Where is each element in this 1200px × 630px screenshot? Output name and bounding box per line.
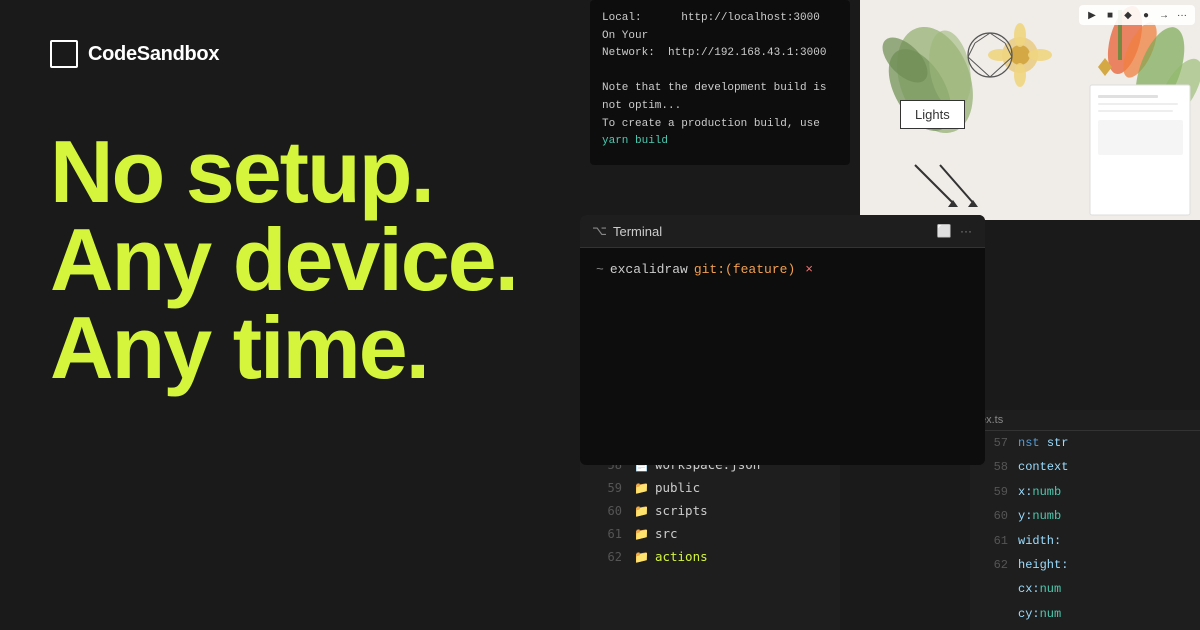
code-line-61: 61 width: (970, 529, 1200, 553)
lights-label-box: Lights (900, 100, 965, 129)
folder-name-actions[interactable]: actions (655, 549, 708, 564)
line-num-62: 62 (592, 550, 622, 564)
logo-text: CodeSandbox (88, 43, 219, 66)
prompt-cursor: × (805, 262, 813, 277)
line-num-59: 59 (592, 481, 622, 495)
design-canvas: Lights ▶ ■ ◆ ● → ··· (860, 0, 1200, 220)
design-panel: Lights ▶ ■ ◆ ● → ··· (860, 0, 1200, 220)
folder-name-public[interactable]: public (655, 480, 700, 495)
code-panel: ex.ts 57 nst str 58 context 59 x: numb 6… (970, 410, 1200, 630)
hero-line-2: Any device. (50, 216, 530, 304)
folder-icon-actions: 📁 (634, 550, 649, 564)
folder-name-src[interactable]: src (655, 526, 678, 541)
code-line-62: 62 height: (970, 553, 1200, 577)
lights-text: Lights (915, 107, 950, 122)
terminal-prompt-line: ~ excalidraw git:(feature) × (596, 262, 969, 277)
yarn-build-text: yarn build (602, 135, 668, 147)
terminal-title-text: Terminal (613, 224, 662, 239)
code-line-57: 57 nst str (970, 431, 1200, 455)
file-row-6: 62 📁 actions (580, 545, 840, 568)
hero-line-1: No setup. (50, 128, 530, 216)
arrow-right-icon[interactable]: → (1157, 8, 1171, 22)
diamond-icon[interactable]: ◆ (1121, 8, 1135, 22)
terminal-prompt-icon: ⌥ (592, 223, 607, 239)
folder-icon-scripts: 📁 (634, 504, 649, 518)
folder-icon-public: 📁 (634, 481, 649, 495)
hero-line-3: Any time. (50, 304, 530, 392)
play-icon[interactable]: ▶ (1085, 8, 1099, 22)
server-output: Local: http://localhost:3000 On Your Net… (590, 0, 850, 161)
hero-section: CodeSandbox No setup. Any device. Any ti… (0, 0, 580, 630)
design-toolbar: ▶ ■ ◆ ● → ··· (1079, 5, 1195, 25)
terminal-expand-btn[interactable]: ⬜ (937, 224, 951, 238)
code-filename: ex.ts (970, 410, 1200, 431)
stop-icon[interactable]: ■ (1103, 8, 1117, 22)
code-line-59: 59 x: numb (970, 480, 1200, 504)
more-icon[interactable]: ··· (1175, 8, 1189, 22)
hero-headline: No setup. Any device. Any time. (50, 128, 530, 392)
line-num-61: 61 (592, 527, 622, 541)
terminal-more-btn[interactable]: ··· (959, 224, 973, 238)
server-panel: Local: http://localhost:3000 On Your Net… (590, 0, 850, 165)
folder-name-scripts[interactable]: scripts (655, 503, 708, 518)
server-line-network: On Your Network: http://192.168.43.1:300… (602, 28, 838, 63)
logo-container: CodeSandbox (50, 40, 530, 68)
logo-icon (50, 40, 78, 68)
terminal-body: ~ excalidraw git:(feature) × (580, 248, 985, 291)
file-row-4: 60 📁 scripts (580, 499, 840, 522)
line-num-60: 60 (592, 504, 622, 518)
panels-area: Local: http://localhost:3000 On Your Net… (580, 0, 1200, 630)
server-line-build: To create a production build, use yarn b… (602, 116, 838, 151)
server-line-local: Local: http://localhost:3000 (602, 10, 838, 28)
circle-icon[interactable]: ● (1139, 8, 1153, 22)
code-line-cx: cx: num (970, 577, 1200, 601)
terminal-title-left: ⌥ Terminal (592, 223, 662, 239)
code-line-60: 60 y: numb (970, 504, 1200, 528)
folder-icon-src: 📁 (634, 527, 649, 541)
terminal-titlebar: ⌥ Terminal ⬜ ··· (580, 215, 985, 248)
file-row-5: 61 📁 src (580, 522, 840, 545)
server-line-blank (602, 63, 838, 81)
prompt-branch: git:(feature) (694, 262, 795, 277)
code-line-58: 58 context (970, 455, 1200, 479)
terminal-controls: ⬜ ··· (937, 224, 973, 238)
code-line-cy: cy: num (970, 602, 1200, 626)
terminal-panel: ⌥ Terminal ⬜ ··· ~ excalidraw git:(featu… (580, 215, 985, 465)
server-line-note: Note that the development build is not o… (602, 80, 838, 115)
prompt-tilde: ~ (596, 262, 604, 277)
file-row-3: 59 📁 public (580, 476, 840, 499)
prompt-path: excalidraw (610, 262, 688, 277)
